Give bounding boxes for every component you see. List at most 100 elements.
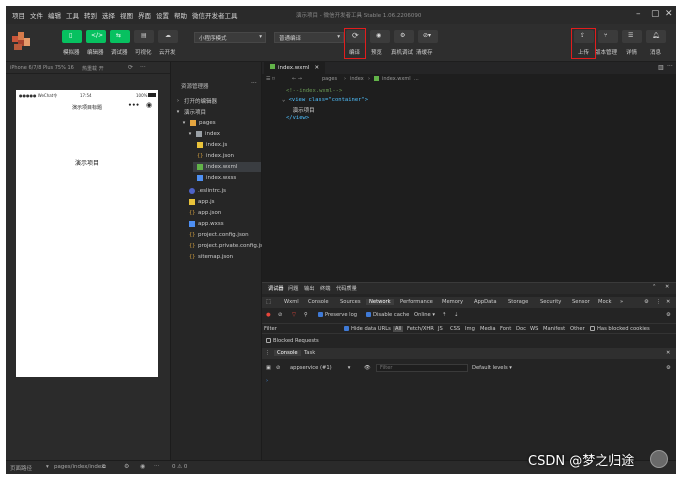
problem-counts[interactable]: 0 ⚠ 0	[172, 464, 187, 470]
messages-button[interactable]: 🔔︎	[646, 30, 666, 43]
menu-settings[interactable]: 设置	[156, 10, 169, 20]
download-har-icon[interactable]: ⇣	[454, 312, 458, 318]
tree-item-index-js[interactable]: index.js	[197, 140, 227, 150]
menu-interface[interactable]: 界面	[138, 10, 151, 20]
settings-icon[interactable]: ⚙	[124, 463, 129, 470]
breadcrumb-pages[interactable]: pages	[322, 76, 337, 82]
hot-reload-select[interactable]: 热重载 开	[82, 65, 104, 72]
open-editors-section[interactable]: › 打开的编辑器	[175, 96, 217, 106]
fold-chevron-icon[interactable]: ⌄	[282, 97, 289, 103]
more-icon[interactable]: ···	[667, 63, 673, 70]
cloud-dev-button[interactable]: ☁	[158, 30, 178, 43]
menu-view[interactable]: 视图	[120, 10, 133, 20]
chevron-up-icon[interactable]: ⌃	[652, 284, 656, 290]
drawer-tab-task[interactable]: Task	[304, 350, 315, 356]
tree-item-sitemap[interactable]: {} sitemap.json	[189, 252, 233, 262]
tab-security[interactable]: Security	[540, 299, 561, 305]
close-icon[interactable]: ✕	[314, 65, 319, 71]
hide-data-urls-checkbox[interactable]: Hide data URLs	[344, 326, 391, 332]
tree-item-project-config[interactable]: {} project.config.json	[189, 230, 249, 240]
throttling-select[interactable]: Online ▾	[414, 312, 435, 318]
menu-project[interactable]: 项目	[12, 10, 25, 20]
record-icon[interactable]: ●	[266, 312, 271, 318]
filter-icon[interactable]: ▽	[292, 312, 296, 318]
minimize-icon[interactable]: –	[636, 9, 641, 19]
menu-select[interactable]: 选择	[102, 10, 115, 20]
version-manage-button[interactable]: ⑂	[598, 30, 618, 43]
log-levels-select[interactable]: Default levels ▾	[472, 365, 512, 371]
more-icon[interactable]: ···	[140, 64, 146, 71]
filter-media[interactable]: Media	[480, 326, 496, 332]
filter-other[interactable]: Other	[570, 326, 585, 332]
console-filter-input[interactable]	[376, 364, 468, 372]
tab-storage[interactable]: Storage	[508, 299, 528, 305]
menu-wechat-devtools[interactable]: 微信开发者工具	[192, 10, 238, 20]
tab-memory[interactable]: Memory	[442, 299, 463, 305]
filter-manifest[interactable]: Manifest	[543, 326, 565, 332]
filter-font[interactable]: Font	[500, 326, 511, 332]
back-icon[interactable]: ← →	[292, 76, 302, 82]
menu-edit[interactable]: 编辑	[48, 10, 61, 20]
inspect-icon[interactable]: ⬚	[266, 299, 271, 305]
simulator-toggle-button[interactable]: ▯	[62, 30, 82, 43]
panel-tab-debugger[interactable]: 调试器	[268, 285, 284, 292]
tree-item-app-json[interactable]: {} app.json	[189, 208, 221, 218]
debugger-toggle-button[interactable]: ⇆	[110, 30, 130, 43]
filter-input[interactable]: Filter	[264, 326, 277, 332]
clear-console-icon[interactable]: ⊘	[276, 365, 280, 371]
drawer-tab-console[interactable]: Console	[274, 350, 301, 356]
panel-tab-output[interactable]: 输出	[304, 285, 314, 292]
menu-file[interactable]: 文件	[30, 10, 43, 20]
panel-tab-terminal[interactable]: 终端	[320, 285, 330, 292]
device-select[interactable]: iPhone 6/7/8 Plus 75% 16	[10, 65, 74, 71]
details-button[interactable]: ☰	[622, 30, 642, 43]
tree-item-project-private-config[interactable]: {} project.private.config.js...	[189, 241, 268, 251]
close-panel-icon[interactable]: ✕	[665, 284, 669, 290]
breadcrumb-file[interactable]: index.wxml	[382, 76, 411, 82]
filter-img[interactable]: Img	[465, 326, 475, 332]
tree-item-index-folder[interactable]: ▾ index	[187, 129, 220, 139]
tree-item-index-wxml[interactable]: index.wxml	[193, 162, 261, 172]
tree-item-pages[interactable]: ▾ pages	[181, 118, 216, 128]
kebab-menu-icon[interactable]: ⋮	[656, 299, 661, 305]
preserve-log-checkbox[interactable]: Preserve log	[318, 312, 357, 318]
blocked-requests-checkbox[interactable]: Blocked Requests	[266, 338, 319, 344]
context-select[interactable]: appservice (#1) ▾	[290, 365, 350, 371]
disable-cache-checkbox[interactable]: Disable cache	[366, 312, 409, 318]
drawer-menu-icon[interactable]: ⋮	[265, 350, 270, 356]
menu-goto[interactable]: 转到	[84, 10, 97, 20]
tab-sensor[interactable]: Sensor	[572, 299, 590, 305]
close-icon[interactable]: ✕	[665, 9, 673, 19]
page-path-label[interactable]: 页面路径	[10, 464, 32, 472]
close-drawer-icon[interactable]: ✕	[666, 350, 670, 356]
code-line-1[interactable]: <!--index.wxml-->	[286, 88, 342, 94]
filter-all[interactable]: All	[393, 326, 404, 332]
filter-css[interactable]: CSS	[450, 326, 460, 332]
close-icon[interactable]: ✕	[666, 299, 670, 305]
menu-help[interactable]: 帮助	[174, 10, 187, 20]
visual-toggle-button[interactable]: ▤	[134, 30, 154, 43]
project-avatar-icon[interactable]	[12, 32, 30, 52]
clear-cache-button[interactable]: ⊘▾	[418, 30, 438, 43]
search-icon[interactable]: ⚲	[304, 312, 308, 318]
editor-toggle-button[interactable]: </>	[86, 30, 106, 43]
tab-index-wxml[interactable]: index.wxml ✕	[264, 62, 326, 74]
breadcrumb-more[interactable]: ...	[414, 76, 419, 82]
breadcrumb-index[interactable]: index	[350, 76, 364, 82]
code-line-4[interactable]: </view>	[286, 115, 309, 121]
more-icon[interactable]: ···	[154, 463, 159, 469]
eye-icon[interactable]: ◉	[140, 463, 145, 470]
gear-icon[interactable]: ⚙	[666, 312, 671, 318]
filter-fetch[interactable]: Fetch/XHR	[407, 326, 434, 332]
tab-appdata[interactable]: AppData	[474, 299, 497, 305]
filter-doc[interactable]: Doc	[516, 326, 526, 332]
copy-icon[interactable]: ⧉	[102, 464, 106, 471]
device-debug-button[interactable]: ⚙	[394, 30, 414, 43]
filter-js[interactable]: JS	[438, 326, 443, 332]
gear-icon[interactable]: ⚙	[666, 365, 671, 371]
explorer-more-icon[interactable]: ···	[251, 80, 257, 87]
panel-tab-problems[interactable]: 问题	[288, 285, 298, 292]
tab-performance[interactable]: Performance	[400, 299, 433, 305]
refresh-icon[interactable]: ⟳	[128, 64, 133, 71]
filter-ws[interactable]: WS	[530, 326, 538, 332]
